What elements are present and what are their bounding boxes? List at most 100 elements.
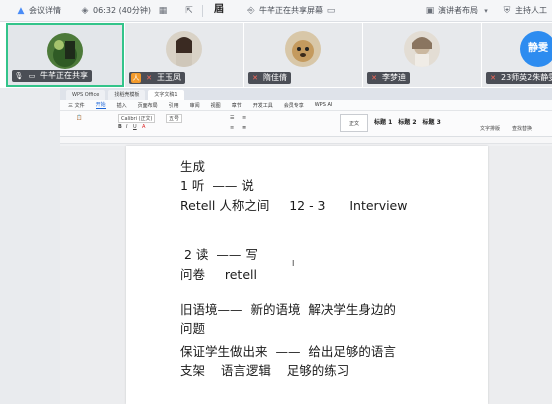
menu-insert[interactable]: 插入 [117,102,127,109]
participant-tile[interactable]: ✕ 隋佳倩 [244,23,362,87]
meeting-toolbar: ▲ 会议详情 ◈ 06:32 (40分钟) ▦ ⇱ 屆 ⎆ 牛芊正在共享屏幕 ▭… [0,0,552,22]
menu-references[interactable]: 引用 [169,102,179,109]
italic-icon[interactable]: I [126,124,127,130]
meeting-info-button[interactable]: ▲ 会议详情 [16,5,61,16]
participant-strip: 🎙 ▭ 牛芊正在共享 人 ✕ 王玉凤 ✕ 隋佳倩 ✕ 李梦迪 静雯 ✕ 23师英… [0,22,552,88]
layout-button[interactable]: ▣ 演讲者布局 ▾ [425,5,491,16]
find-replace-button[interactable]: 查找替换 [512,125,532,132]
sharing-status: ⎆ 牛芊正在共享屏幕 ▭ [246,5,336,16]
brand-logo-icon: 屆 [214,4,224,15]
list-icon[interactable]: ☰ [230,115,234,121]
menu-member[interactable]: 会员专享 [284,102,304,109]
screen-icon: ▭ [326,5,336,16]
doc-line: 旧语境—— 新的语境 解决学生身边的 [180,302,396,317]
participant-name-chip: ✕ 李梦迪 [367,72,410,84]
participant-name: 隋佳倩 [263,73,287,82]
style-gallery: 正文 标题 1 标题 2 标题 3 [340,114,441,132]
meeting-time: 06:32 (40分钟) [93,6,152,15]
host-badge-icon: 人 [131,73,141,83]
ruler [60,137,552,144]
meeting-info-label: 会议详情 [29,6,61,15]
mic-muted-icon: ✕ [252,74,258,82]
typesetting-button[interactable]: 文字排版 [480,125,500,132]
participant-name-chip: 人 ✕ 王玉凤 [129,72,185,84]
mic-muted-icon: ✕ [371,74,377,82]
external-link-icon[interactable]: ⇱ [184,6,194,16]
menu-developer[interactable]: 开发工具 [253,102,273,109]
style-heading-1[interactable]: 标题 1 [374,114,392,132]
sharing-icon: ⎆ [247,5,255,16]
sharing-status-text: 牛芊正在共享屏幕 [259,6,323,15]
layout-icon: ▣ [425,5,435,16]
style-heading-2[interactable]: 标题 2 [398,114,416,132]
style-heading-3[interactable]: 标题 3 [423,114,441,132]
menu-wps-ai[interactable]: WPS AI [315,102,333,108]
wps-tab-bar: WPS Office 找稻壳模板 文字文稿1 [60,88,552,100]
host-label: 主持人工 [515,6,547,15]
text-cursor-icon: I [292,259,295,268]
style-normal[interactable]: 正文 [340,114,368,132]
doc-line: 问卷 retell [180,267,257,282]
align-left-icon[interactable]: ≡ [230,125,234,131]
doc-line: 支架 语言逻辑 足够的练习 [180,363,350,378]
numbered-list-icon[interactable]: ≡ [242,115,246,121]
page-margin-left [60,146,126,404]
doc-line: 2 读 —— 写 [180,247,258,262]
participant-tile[interactable]: ✕ 李梦迪 [363,23,481,87]
bold-icon[interactable]: B [118,124,122,130]
menu-view[interactable]: 视图 [211,102,221,109]
mic-icon: 🎙 [14,72,24,80]
layout-label: 演讲者布局 [438,6,478,15]
participant-name: 王玉凤 [157,73,181,82]
avatar [285,31,321,67]
tab-document[interactable]: 文字文稿1 [148,90,184,100]
mic-muted-icon: ✕ [490,74,496,82]
shield-icon: ◈ [81,5,89,16]
participant-name: 李梦迪 [382,73,406,82]
doc-line: 问题 [180,321,206,336]
doc-line: Retell 人称之间 12 - 3 Interview [180,198,408,213]
paste-icon[interactable]: 📋 [76,115,82,121]
font-size-select[interactable]: 五号 [166,114,183,123]
wps-ribbon: 📋 Calibri (正文) 五号 B I U A ☰ ≡ ≡ ≣ 正文 标题 … [60,111,552,137]
participant-name-chip: 🎙 ▭ 牛芊正在共享 [12,70,92,82]
signal-icon: ▲ [17,5,25,16]
avatar [166,31,202,67]
participant-name: 牛芊正在共享 [40,71,88,80]
doc-line: 生成 [180,159,206,174]
menu-file[interactable]: 三 文件 [68,102,85,109]
participant-name-chip: ✕ 隋佳倩 [248,72,291,84]
screen-share-icon: ▭ [28,72,36,80]
page-margin-right [488,146,552,404]
meeting-timer: ◈ 06:32 (40分钟) [80,5,152,16]
participant-tile[interactable]: 静雯 ✕ 23师英2朱静雯 [482,23,552,87]
avatar [404,31,440,67]
menu-review[interactable]: 审阅 [190,102,200,109]
menu-page-layout[interactable]: 页面布局 [138,102,158,109]
participant-name-chip: ✕ 23师英2朱静雯 [486,72,552,84]
align-center-icon[interactable]: ≣ [242,125,246,131]
menu-sections[interactable]: 章节 [232,102,242,109]
doc-line: 1 听 —— 说 [180,178,254,193]
avatar: 静雯 [520,31,552,67]
font-name-select[interactable]: Calibri (正文) [118,114,156,123]
grid-icon[interactable]: ▦ [158,6,168,16]
participant-tile[interactable]: 🎙 ▭ 牛芊正在共享 [6,23,124,87]
divider [202,5,203,17]
menu-home[interactable]: 开始 [95,101,106,109]
wps-menu-bar: 三 文件 开始 插入 页面布局 引用 审阅 视图 章节 开发工具 会员专享 WP… [60,100,552,111]
underline-icon[interactable]: U [133,124,137,130]
document-page[interactable]: 生成 1 听 —— 说 Retell 人称之间 12 - 3 Interview… [126,146,488,404]
shared-screen: WPS Office 找稻壳模板 文字文稿1 三 文件 开始 插入 页面布局 引… [60,88,552,404]
chevron-down-icon: ▾ [484,6,488,15]
doc-line: 保证学生做出来 —— 给出足够的语言 [180,344,396,359]
mic-muted-icon: ✕ [146,74,152,82]
host-button[interactable]: ⛨ 主持人工 [502,5,547,16]
tab-wps-office[interactable]: WPS Office [66,90,106,100]
participant-tile[interactable]: 人 ✕ 王玉凤 [125,23,243,87]
font-color-icon[interactable]: A [142,124,145,130]
tab-templates[interactable]: 找稻壳模板 [108,90,146,100]
participant-name: 23师英2朱静雯 [501,73,552,82]
shield-check-icon: ⛨ [503,5,511,16]
avatar [47,33,83,69]
